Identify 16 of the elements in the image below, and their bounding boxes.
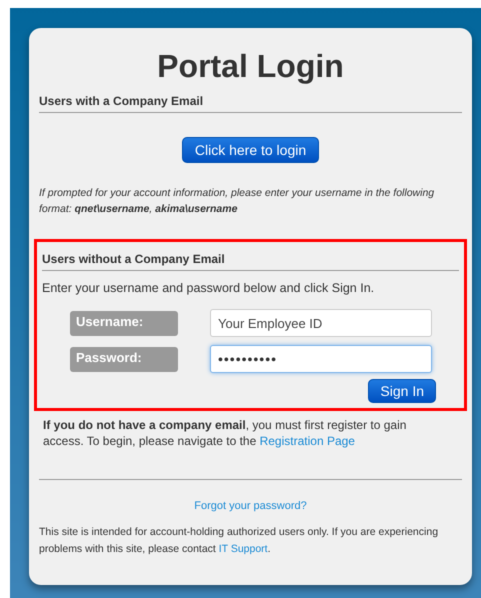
sign-in-button[interactable]: Sign In bbox=[368, 379, 436, 403]
field-label: Password: bbox=[70, 346, 178, 372]
format-note: If prompted for your account information, please enter your username in the following format: qnet\username, akima\username bbox=[39, 186, 436, 217]
page-title: Portal Login bbox=[156, 47, 345, 84]
section-heading: Users with a Company Email bbox=[39, 86, 462, 113]
section-heading: Users without a Company Email bbox=[42, 244, 459, 271]
footer-text: This site is intended for account-holding authorized users only. If you are experiencing problems with this site, please contact IT Support. bbox=[39, 525, 440, 557]
it-support-link[interactable]: IT Support bbox=[218, 543, 268, 555]
password-field[interactable]: •••••••••• bbox=[210, 345, 432, 373]
register-note: If you do not have a company email, you must first register to gain access. To begin, please navigate to the Registration Page bbox=[43, 417, 408, 449]
username-field[interactable]: Your Employee ID bbox=[210, 309, 432, 337]
field-label: Username: bbox=[70, 310, 178, 336]
login-button[interactable]: Click here to login bbox=[182, 137, 320, 163]
instruction-text: Enter your username and password below and click Sign In. bbox=[42, 281, 376, 295]
registration-link[interactable]: Registration Page bbox=[260, 434, 355, 448]
forgot-password-link[interactable]: Forgot your password? bbox=[194, 500, 307, 512]
